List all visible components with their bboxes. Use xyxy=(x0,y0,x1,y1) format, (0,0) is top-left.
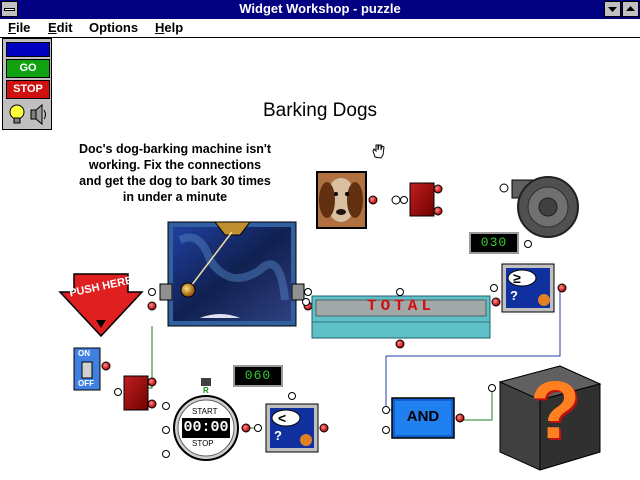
compare-gte-question: ? xyxy=(510,288,518,303)
switch-off-label: OFF xyxy=(78,379,94,388)
compare-lt-box[interactable] xyxy=(254,392,329,453)
counter-bottom-display: 060 xyxy=(233,365,283,387)
and-label: AND xyxy=(406,408,440,425)
pendulum-box[interactable] xyxy=(147,221,313,327)
red-relay-box-top[interactable] xyxy=(400,182,443,217)
timer-start-label: START xyxy=(192,407,218,416)
compare-lt-question: ? xyxy=(274,428,282,443)
compare-gte-symbol: ≥ xyxy=(513,270,521,286)
speaker-cone-icon[interactable] xyxy=(499,176,579,238)
wire-and-to-dog-machine[interactable] xyxy=(462,392,493,421)
wire-total-to-and[interactable] xyxy=(385,356,392,411)
connector-dot[interactable] xyxy=(391,195,401,205)
red-relay-box-bottom[interactable] xyxy=(114,375,157,411)
dog-picture[interactable] xyxy=(316,171,367,229)
connector-dot[interactable] xyxy=(368,195,378,205)
switch-on-label: ON xyxy=(78,349,90,358)
total-label: TOTAL xyxy=(366,297,435,315)
timer-display: 00:00 xyxy=(183,419,229,436)
timer-stop-label: STOP xyxy=(192,439,214,448)
mystery-question-mark: ? xyxy=(529,365,581,456)
timer-reset-label: R xyxy=(203,386,209,395)
compare-lt-symbol: < xyxy=(278,410,287,426)
counter-top-display: 030 xyxy=(469,232,519,254)
